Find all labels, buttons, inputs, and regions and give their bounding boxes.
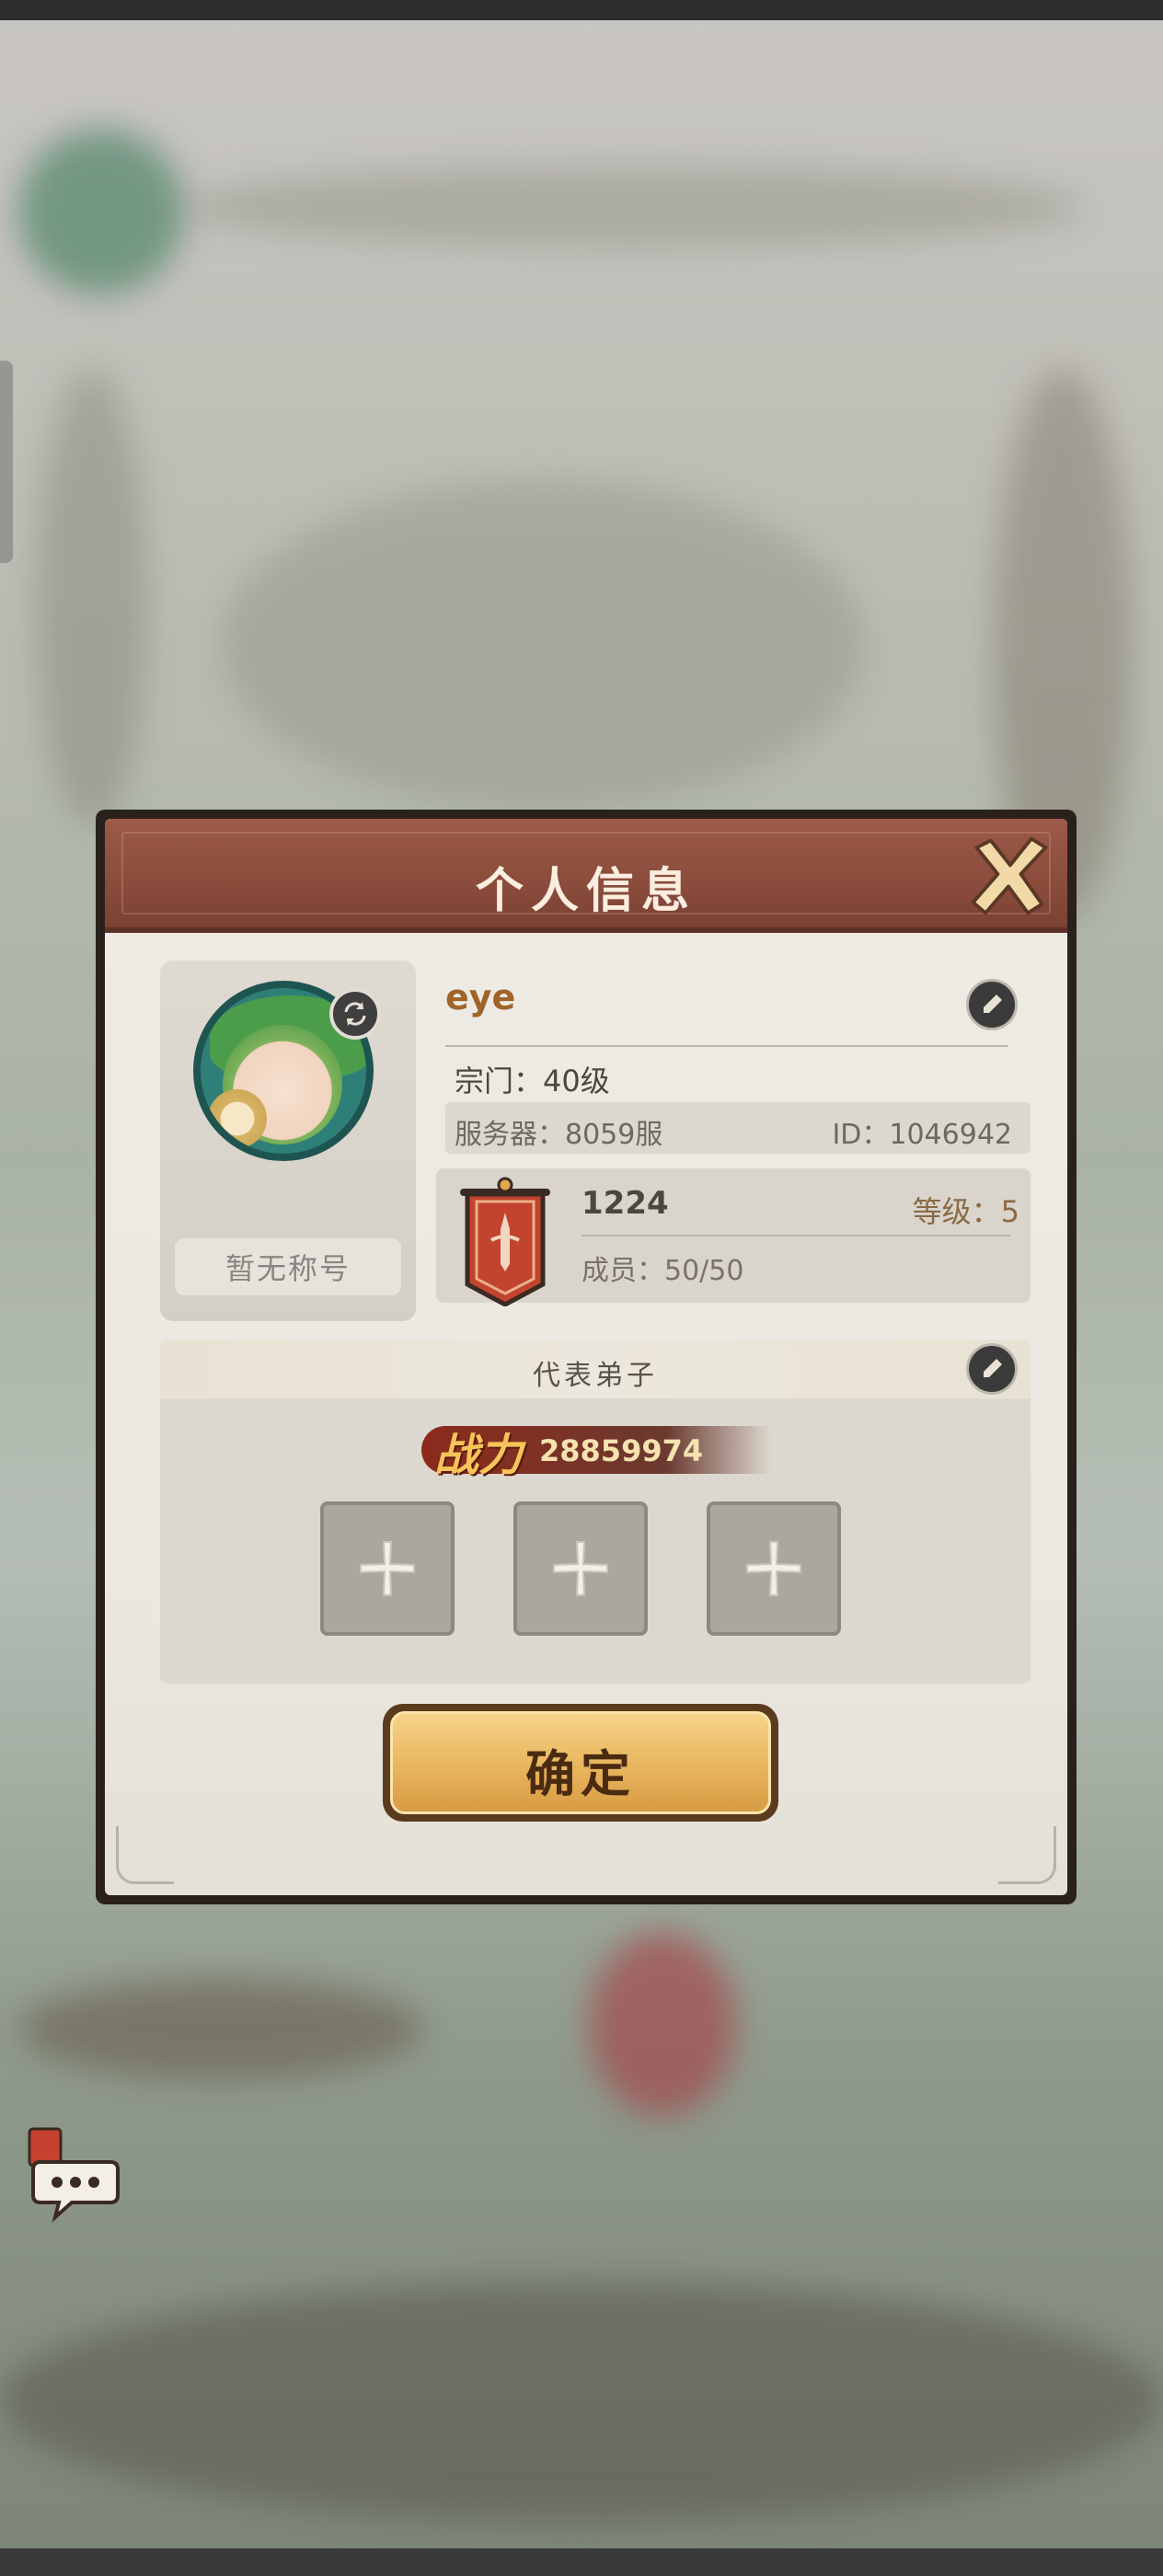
guild-divider — [582, 1235, 1010, 1236]
chat-bubble-icon — [28, 2127, 120, 2223]
avatar-card: 暂无称号 — [160, 960, 416, 1321]
corner-ornament-right — [998, 1826, 1056, 1884]
bg-building-blur — [221, 478, 865, 810]
name-divider — [445, 1045, 1008, 1047]
bottom-strip — [0, 2548, 1163, 2576]
guild-banner-icon — [460, 1177, 550, 1306]
disciples-title: 代表弟子 — [533, 1360, 658, 1392]
power-label: 战力 — [434, 1430, 524, 1481]
player-id: ID：1046942 — [832, 1119, 1012, 1151]
edit-name-button[interactable] — [966, 979, 1018, 1030]
plus-icon — [360, 1541, 415, 1596]
confirm-label: 确定 — [525, 1745, 636, 1803]
profile-dialog: 个人信息 暂无称号 eye 宗门：40级 服务器：8059服 ID：104694… — [96, 810, 1077, 1904]
power-value: 28859974 — [539, 1433, 704, 1468]
refresh-icon — [344, 1002, 366, 1026]
bg-event-banner-blur — [18, 1978, 423, 2079]
player-info: eye 宗门：40级 服务器：8059服 ID：1046942 — [445, 960, 1031, 1154]
bg-bottom-nav-blur — [0, 2282, 1163, 2521]
guild-name: 1224 — [582, 1185, 669, 1222]
pencil-icon — [984, 1359, 1002, 1377]
disciples-header: 代表弟子 — [160, 1340, 1031, 1398]
combat-power: 战力 28859974 — [421, 1413, 771, 1481]
avatar-companion — [208, 1089, 267, 1148]
disciple-slot-1[interactable] — [320, 1501, 455, 1636]
bg-left-menu-blur — [37, 368, 147, 828]
pencil-icon — [984, 995, 1002, 1013]
bg-avatar-blur — [18, 129, 184, 294]
server-label: 服务器：8059服 — [455, 1119, 663, 1151]
plus-icon — [746, 1541, 801, 1596]
guild-info[interactable]: 1224 等级：5 成员：50/50 — [436, 1168, 1031, 1306]
dialog-title: 个人信息 — [475, 864, 697, 919]
close-x-icon — [971, 836, 1048, 915]
confirm-button[interactable]: 确定 — [383, 1704, 778, 1822]
plus-icon — [553, 1541, 608, 1596]
dialog-body: 个人信息 暂无称号 eye 宗门：40级 服务器：8059服 ID：104694… — [105, 819, 1067, 1895]
close-button[interactable] — [961, 828, 1056, 924]
dialog-header: 个人信息 — [105, 819, 1067, 933]
player-name: eye — [445, 977, 516, 1018]
title-plate: 暂无称号 — [175, 1238, 401, 1295]
sect-level: 宗门：40级 — [455, 1064, 610, 1098]
chat-button[interactable] — [22, 2122, 123, 2223]
disciple-slot-3[interactable] — [707, 1501, 841, 1636]
disciple-slot-2[interactable] — [513, 1501, 648, 1636]
guild-level: 等级：5 — [912, 1194, 1019, 1229]
bg-red-figure-blur — [589, 1932, 736, 2116]
bg-resource-bar-blur — [184, 166, 1086, 248]
corner-ornament-left — [116, 1826, 174, 1884]
guild-members: 成员：50/50 — [582, 1255, 744, 1287]
edit-disciples-button[interactable] — [966, 1343, 1018, 1395]
server-row: 服务器：8059服 ID：1046942 — [445, 1102, 1031, 1154]
side-drawer-handle[interactable] — [0, 361, 13, 563]
representative-disciples: 代表弟子 战力 28859974 — [160, 1340, 1031, 1684]
swap-avatar-icon[interactable] — [329, 988, 381, 1040]
status-strip — [0, 0, 1163, 20]
